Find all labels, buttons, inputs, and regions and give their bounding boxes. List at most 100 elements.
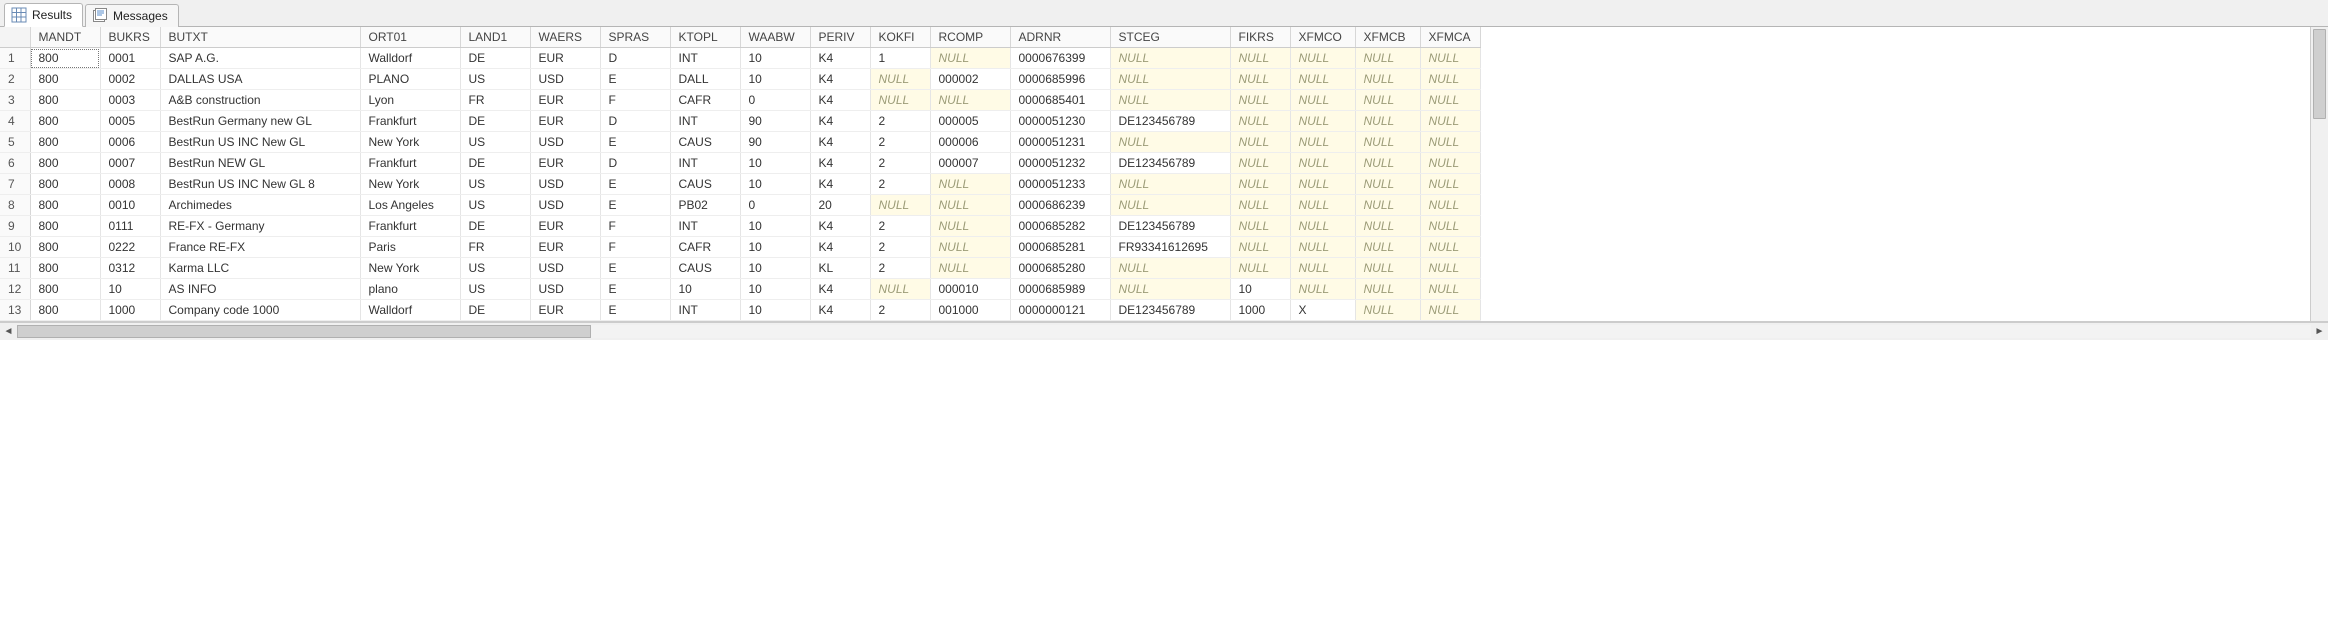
cell-stceg[interactable]: NULL xyxy=(1110,132,1230,153)
cell-land1[interactable]: US xyxy=(460,132,530,153)
cell-kokfi[interactable]: 1 xyxy=(870,48,930,69)
cell-bukrs[interactable]: 0008 xyxy=(100,174,160,195)
cell-stceg[interactable]: FR93341612695 xyxy=(1110,237,1230,258)
column-header-spras[interactable]: SPRAS xyxy=(600,27,670,48)
cell-butxt[interactable]: France RE-FX xyxy=(160,237,360,258)
cell-kokfi[interactable]: 2 xyxy=(870,216,930,237)
cell-fikrs[interactable]: NULL xyxy=(1230,195,1290,216)
cell-fikrs[interactable]: 10 xyxy=(1230,279,1290,300)
cell-stceg[interactable]: NULL xyxy=(1110,279,1230,300)
row-number-cell[interactable]: 13 xyxy=(0,300,30,321)
cell-rcomp[interactable]: NULL xyxy=(930,195,1010,216)
cell-mandt[interactable]: 800 xyxy=(30,216,100,237)
cell-ort01[interactable]: Paris xyxy=(360,237,460,258)
cell-xfmco[interactable]: NULL xyxy=(1290,258,1355,279)
cell-spras[interactable]: F xyxy=(600,237,670,258)
cell-waers[interactable]: EUR xyxy=(530,216,600,237)
horizontal-scrollbar-track[interactable] xyxy=(17,325,2311,338)
cell-waers[interactable]: EUR xyxy=(530,48,600,69)
cell-butxt[interactable]: Company code 1000 xyxy=(160,300,360,321)
cell-fikrs[interactable]: NULL xyxy=(1230,132,1290,153)
cell-land1[interactable]: US xyxy=(460,258,530,279)
column-header-adrnr[interactable]: ADRNR xyxy=(1010,27,1110,48)
cell-bukrs[interactable]: 0111 xyxy=(100,216,160,237)
cell-mandt[interactable]: 800 xyxy=(30,279,100,300)
cell-kokfi[interactable]: 2 xyxy=(870,132,930,153)
cell-rcomp[interactable]: NULL xyxy=(930,258,1010,279)
cell-ort01[interactable]: New York xyxy=(360,258,460,279)
cell-ort01[interactable]: PLANO xyxy=(360,69,460,90)
cell-waers[interactable]: USD xyxy=(530,69,600,90)
results-grid-scroll[interactable]: MANDTBUKRSBUTXTORT01LAND1WAERSSPRASKTOPL… xyxy=(0,27,2310,322)
cell-xfmco[interactable]: NULL xyxy=(1290,69,1355,90)
cell-butxt[interactable]: BestRun Germany new GL xyxy=(160,111,360,132)
column-header-xfmca[interactable]: XFMCA xyxy=(1420,27,1480,48)
cell-adrnr[interactable]: 0000051230 xyxy=(1010,111,1110,132)
cell-rcomp[interactable]: 000007 xyxy=(930,153,1010,174)
cell-kokfi[interactable]: NULL xyxy=(870,90,930,111)
cell-ktopl[interactable]: INT xyxy=(670,300,740,321)
cell-stceg[interactable]: NULL xyxy=(1110,195,1230,216)
cell-spras[interactable]: F xyxy=(600,216,670,237)
cell-xfmco[interactable]: NULL xyxy=(1290,279,1355,300)
cell-rcomp[interactable]: 000002 xyxy=(930,69,1010,90)
cell-mandt[interactable]: 800 xyxy=(30,111,100,132)
cell-mandt[interactable]: 800 xyxy=(30,258,100,279)
cell-periv[interactable]: K4 xyxy=(810,300,870,321)
cell-ktopl[interactable]: CAUS xyxy=(670,258,740,279)
cell-xfmcb[interactable]: NULL xyxy=(1355,258,1420,279)
cell-spras[interactable]: E xyxy=(600,195,670,216)
cell-bukrs[interactable]: 0002 xyxy=(100,69,160,90)
cell-periv[interactable]: K4 xyxy=(810,69,870,90)
cell-butxt[interactable]: SAP A.G. xyxy=(160,48,360,69)
cell-kokfi[interactable]: 2 xyxy=(870,153,930,174)
cell-xfmcb[interactable]: NULL xyxy=(1355,111,1420,132)
cell-ktopl[interactable]: CAUS xyxy=(670,132,740,153)
cell-stceg[interactable]: DE123456789 xyxy=(1110,216,1230,237)
cell-ort01[interactable]: Frankfurt xyxy=(360,153,460,174)
cell-mandt[interactable]: 800 xyxy=(30,153,100,174)
cell-spras[interactable]: D xyxy=(600,153,670,174)
cell-xfmca[interactable]: NULL xyxy=(1420,237,1480,258)
column-header-land1[interactable]: LAND1 xyxy=(460,27,530,48)
cell-xfmcb[interactable]: NULL xyxy=(1355,132,1420,153)
cell-xfmco[interactable]: NULL xyxy=(1290,111,1355,132)
cell-land1[interactable]: DE xyxy=(460,300,530,321)
cell-kokfi[interactable]: NULL xyxy=(870,195,930,216)
cell-rcomp[interactable]: 000006 xyxy=(930,132,1010,153)
cell-ktopl[interactable]: PB02 xyxy=(670,195,740,216)
cell-bukrs[interactable]: 0001 xyxy=(100,48,160,69)
cell-ktopl[interactable]: CAFR xyxy=(670,237,740,258)
cell-butxt[interactable]: RE-FX - Germany xyxy=(160,216,360,237)
cell-xfmca[interactable]: NULL xyxy=(1420,174,1480,195)
cell-periv[interactable]: K4 xyxy=(810,237,870,258)
cell-ktopl[interactable]: INT xyxy=(670,216,740,237)
cell-fikrs[interactable]: NULL xyxy=(1230,258,1290,279)
cell-xfmca[interactable]: NULL xyxy=(1420,48,1480,69)
column-header-ort01[interactable]: ORT01 xyxy=(360,27,460,48)
cell-ort01[interactable]: New York xyxy=(360,132,460,153)
cell-spras[interactable]: D xyxy=(600,111,670,132)
cell-xfmcb[interactable]: NULL xyxy=(1355,153,1420,174)
cell-ktopl[interactable]: DALL xyxy=(670,69,740,90)
cell-stceg[interactable]: NULL xyxy=(1110,174,1230,195)
cell-waers[interactable]: EUR xyxy=(530,153,600,174)
cell-butxt[interactable]: AS INFO xyxy=(160,279,360,300)
cell-mandt[interactable]: 800 xyxy=(30,174,100,195)
cell-ort01[interactable]: Frankfurt xyxy=(360,111,460,132)
cell-waers[interactable]: USD xyxy=(530,174,600,195)
cell-xfmco[interactable]: X xyxy=(1290,300,1355,321)
cell-periv[interactable]: KL xyxy=(810,258,870,279)
cell-ktopl[interactable]: 10 xyxy=(670,279,740,300)
cell-bukrs[interactable]: 0312 xyxy=(100,258,160,279)
cell-fikrs[interactable]: NULL xyxy=(1230,90,1290,111)
cell-spras[interactable]: E xyxy=(600,174,670,195)
cell-xfmco[interactable]: NULL xyxy=(1290,195,1355,216)
cell-butxt[interactable]: Karma LLC xyxy=(160,258,360,279)
cell-periv[interactable]: K4 xyxy=(810,216,870,237)
cell-fikrs[interactable]: NULL xyxy=(1230,153,1290,174)
cell-stceg[interactable]: NULL xyxy=(1110,48,1230,69)
vertical-scrollbar[interactable] xyxy=(2310,27,2328,322)
cell-waabw[interactable]: 90 xyxy=(740,111,810,132)
cell-rcomp[interactable]: NULL xyxy=(930,48,1010,69)
